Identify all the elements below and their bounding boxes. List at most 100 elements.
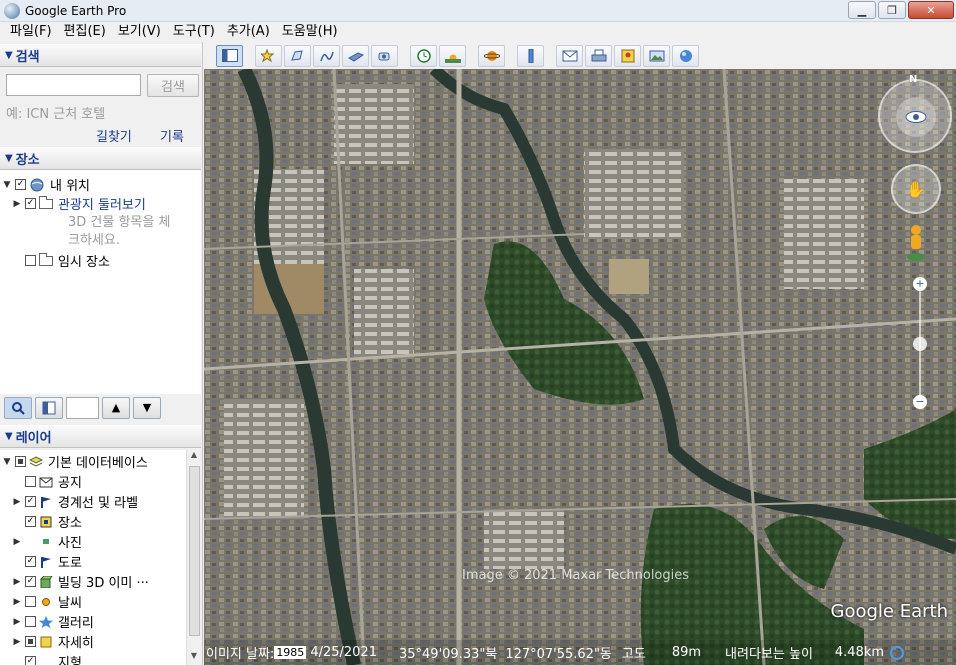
save-image-icon[interactable] [643, 44, 670, 67]
collapse-triangle-icon: ▼ [5, 153, 13, 164]
checkbox-icon[interactable] [25, 596, 36, 607]
tree-item-temporary[interactable]: 임시 장소 [12, 251, 110, 270]
sunlight-icon[interactable] [439, 44, 466, 67]
expand-triangle-icon[interactable]: ▶ [12, 637, 22, 647]
checkbox-icon[interactable]: ✓ [25, 576, 36, 587]
record-tour-icon[interactable] [371, 44, 398, 67]
layer-label: 도로 [58, 556, 82, 571]
sidebar-toggle-icon[interactable] [216, 44, 243, 67]
checkbox-icon[interactable] [25, 476, 36, 487]
menu-add[interactable]: 추가(A) [221, 22, 276, 42]
add-image-overlay-icon[interactable] [342, 44, 369, 67]
scroll-thumb[interactable] [189, 466, 200, 636]
zoom-in-icon[interactable]: + [913, 277, 927, 291]
tree-item-my-places[interactable]: ▼ ✓ 내 위치 [2, 175, 90, 194]
places-field[interactable] [66, 396, 99, 419]
latitude-value: 35°49'09.33"북 [398, 647, 498, 662]
add-polygon-icon[interactable] [284, 44, 311, 67]
places-section-header[interactable]: ▼ 장소 [0, 147, 201, 170]
layers-section-header[interactable]: ▼ 레이어 [0, 425, 201, 448]
panel-toggle-icon[interactable] [35, 396, 63, 419]
street-view-pegman-icon[interactable] [906, 224, 926, 262]
checkbox-icon[interactable] [25, 616, 36, 627]
checkbox-icon[interactable]: ✓ [25, 516, 36, 527]
earth-gallery-icon[interactable] [672, 44, 699, 67]
checkbox-icon[interactable]: ✓ [25, 656, 36, 665]
historical-imagery-icon[interactable] [410, 44, 437, 67]
checkbox-icon[interactable]: ✓ [15, 179, 26, 190]
search-button[interactable]: 검색 [147, 74, 199, 97]
historical-year-badge[interactable]: 1985 [274, 646, 307, 659]
layer-label: 자세히 [58, 636, 94, 651]
layer-label: 경계선 및 라벨 [58, 496, 139, 511]
menu-edit[interactable]: 편집(E) [58, 22, 112, 42]
my-places-globe-icon [30, 178, 44, 191]
layer-item[interactable]: ✓ 도로 [22, 552, 82, 571]
longitude-value: 127°07'55.62"동 [505, 647, 612, 662]
move-down-arrow-icon[interactable]: ▼ [133, 396, 161, 419]
layers-scrollbar[interactable]: ▲ ▼ [186, 450, 201, 665]
layer-item[interactable]: ▶ ✓ 빌딩 3D 이미 ··· [12, 572, 149, 591]
zoom-slider[interactable]: + − [913, 277, 927, 409]
earth-map-view[interactable]: N ✋ + − Image © 2021 Maxar Technologies … [204, 69, 956, 665]
layer-item[interactable]: ▶ 날씨 [12, 592, 82, 611]
title-bar: Google Earth Pro ▁ ❐ ✕ [0, 0, 956, 22]
expand-triangle-icon[interactable]: ▶ [12, 199, 22, 209]
layer-label: 기본 데이터베이스 [48, 456, 148, 471]
ruler-icon[interactable] [517, 44, 544, 67]
layer-label: 빌딩 3D 이미 ··· [58, 576, 149, 591]
add-path-icon[interactable] [313, 44, 340, 67]
layer-item[interactable]: 공지 [22, 472, 82, 491]
menu-tools[interactable]: 도구(T) [167, 22, 221, 42]
side-panel: ▼ 검색 검색 예: ICN 근처 호텔 길찾기 기록 ▼ 장소 ▼ ✓ 내 위… [0, 42, 203, 665]
checkbox-icon[interactable] [25, 255, 36, 266]
directions-link[interactable]: 길찾기 [96, 126, 132, 145]
minimize-button[interactable]: ▁ [848, 1, 876, 19]
checkbox-icon[interactable] [25, 636, 36, 647]
move-up-arrow-icon[interactable]: ▲ [102, 396, 130, 419]
close-button[interactable]: ✕ [908, 1, 954, 19]
checkbox-icon[interactable]: ✓ [25, 556, 36, 567]
search-section-header[interactable]: ▼ 검색 [0, 44, 201, 67]
window-title: Google Earth Pro [25, 3, 127, 18]
scroll-up-icon[interactable]: ▲ [187, 450, 201, 464]
checkbox-icon[interactable] [15, 456, 26, 467]
search-places-icon[interactable] [4, 396, 32, 419]
collapse-triangle-icon[interactable]: ▼ [2, 457, 12, 467]
expand-triangle-icon[interactable]: ▶ [12, 497, 22, 507]
menu-file[interactable]: 파일(F) [4, 22, 58, 42]
add-placemark-icon[interactable] [255, 44, 282, 67]
eye-icon[interactable] [896, 97, 936, 137]
checkbox-icon[interactable]: ✓ [25, 198, 36, 209]
layer-item[interactable]: ▶ ✓ 경계선 및 라벨 [12, 492, 138, 511]
collapse-triangle-icon[interactable]: ▼ [2, 180, 12, 190]
expand-triangle-icon[interactable]: ▶ [12, 577, 22, 587]
layer-item[interactable]: ▶ 갤러리 [12, 612, 94, 631]
layers-header-label: 레이어 [15, 431, 52, 446]
zoom-out-icon[interactable]: − [913, 395, 927, 409]
zoom-slider-thumb[interactable] [913, 337, 927, 351]
menu-view[interactable]: 보기(V) [112, 22, 167, 42]
layer-item[interactable]: ✓ 장소 [22, 512, 82, 531]
email-icon[interactable] [556, 44, 583, 67]
search-input[interactable] [6, 74, 141, 96]
collapse-triangle-icon: ▼ [5, 50, 13, 61]
google-earth-app-icon [4, 2, 20, 19]
expand-triangle-icon[interactable]: ▶ [12, 597, 22, 607]
maximize-button[interactable]: ❐ [878, 1, 906, 19]
switch-planet-icon[interactable] [478, 44, 505, 67]
expand-triangle-icon[interactable]: ▶ [12, 617, 22, 627]
history-link[interactable]: 기록 [160, 126, 184, 145]
scroll-down-icon[interactable]: ▼ [187, 651, 201, 665]
print-icon[interactable] [585, 44, 612, 67]
expand-triangle-icon[interactable]: ▶ [12, 537, 22, 547]
layer-item[interactable]: ▼ 기본 데이터베이스 [2, 452, 148, 471]
hand-icon[interactable]: ✋ [904, 177, 928, 201]
layer-item[interactable]: ▶ 사진 [12, 532, 82, 551]
menu-help[interactable]: 도움말(H) [276, 22, 344, 42]
layer-item[interactable]: ✓ 지형 [22, 652, 82, 665]
view-in-maps-icon[interactable] [614, 44, 641, 67]
checkbox-icon[interactable]: ✓ [25, 496, 36, 507]
layer-item[interactable]: ▶ 자세히 [12, 632, 94, 651]
layers-tree: ▼ 기본 데이터베이스 공지 ▶ ✓ 경계선 및 라벨 ✓ 장소 ▶ 사진 ✓ … [0, 450, 186, 665]
